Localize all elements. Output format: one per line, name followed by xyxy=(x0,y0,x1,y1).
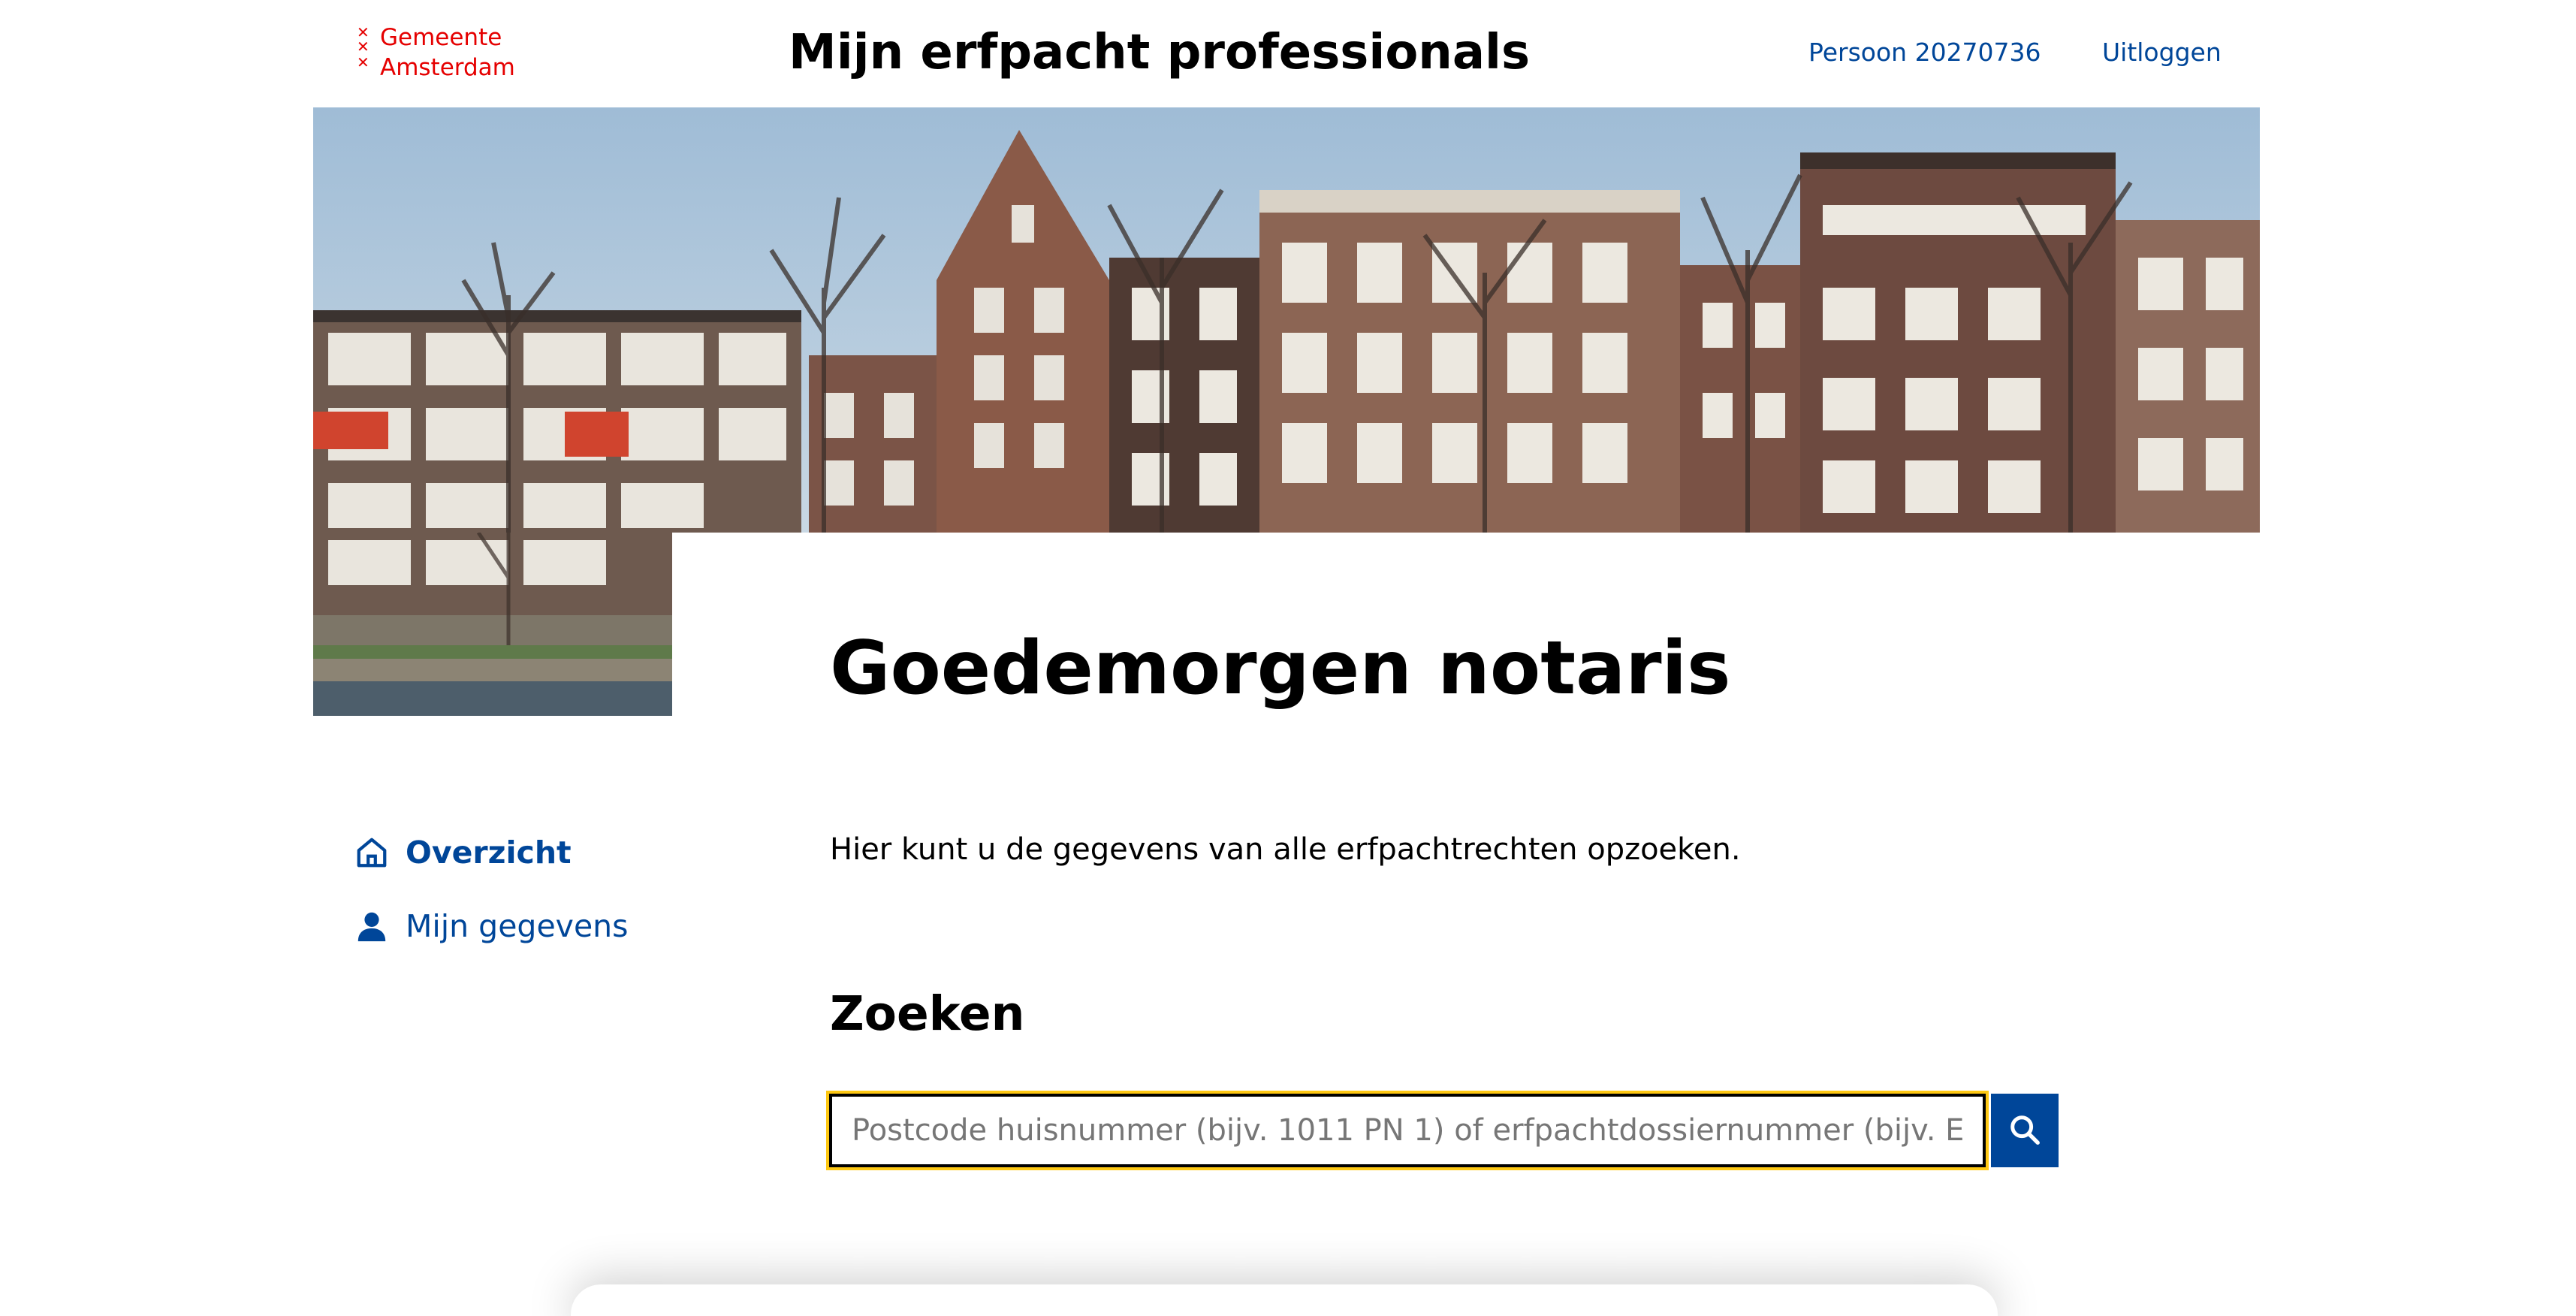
andreas-cross-icon: ✕ ✕ xyxy=(357,23,370,56)
search-icon xyxy=(2007,1112,2042,1149)
page-title: Goedemorgen notaris xyxy=(830,626,1731,711)
sidebar-item-mijn-gegevens[interactable]: Mijn gegevens xyxy=(354,900,730,952)
footer-edge xyxy=(571,1284,1998,1316)
home-icon xyxy=(354,835,389,870)
search-input[interactable] xyxy=(826,1091,1989,1170)
side-nav: Overzicht Mijn gegevens xyxy=(354,826,730,973)
andreas-cross-icon: ✕ xyxy=(357,53,370,71)
hero-image-tail xyxy=(313,533,672,716)
sidebar-item-label: Overzicht xyxy=(406,835,572,871)
logo-line-2: Amsterdam xyxy=(380,54,515,81)
user-profile-link[interactable]: Persoon 20270736 xyxy=(1808,33,2041,72)
logo-row-2: ✕ Amsterdam xyxy=(354,53,515,83)
user-icon xyxy=(354,909,389,943)
sidebar-item-label: Mijn gegevens xyxy=(406,908,629,944)
sidebar-item-overzicht[interactable]: Overzicht xyxy=(354,826,730,879)
search-button[interactable] xyxy=(1991,1094,2059,1167)
logo-row-1: ✕ ✕ Gemeente xyxy=(354,23,502,56)
gemeente-amsterdam-logo[interactable]: ✕ ✕ Gemeente ✕ Amsterdam xyxy=(354,23,535,83)
page: ✕ ✕ Gemeente ✕ Amsterdam Mijn erfpacht p… xyxy=(0,0,2576,1316)
intro-text: Hier kunt u de gegevens van alle erfpach… xyxy=(830,832,1741,867)
search-heading: Zoeken xyxy=(830,986,1025,1041)
logo-line-1: Gemeente xyxy=(380,24,502,51)
hero-image xyxy=(313,107,2260,533)
app-title: Mijn erfpacht professionals xyxy=(789,25,1531,80)
logout-link[interactable]: Uitloggen xyxy=(2102,33,2222,72)
